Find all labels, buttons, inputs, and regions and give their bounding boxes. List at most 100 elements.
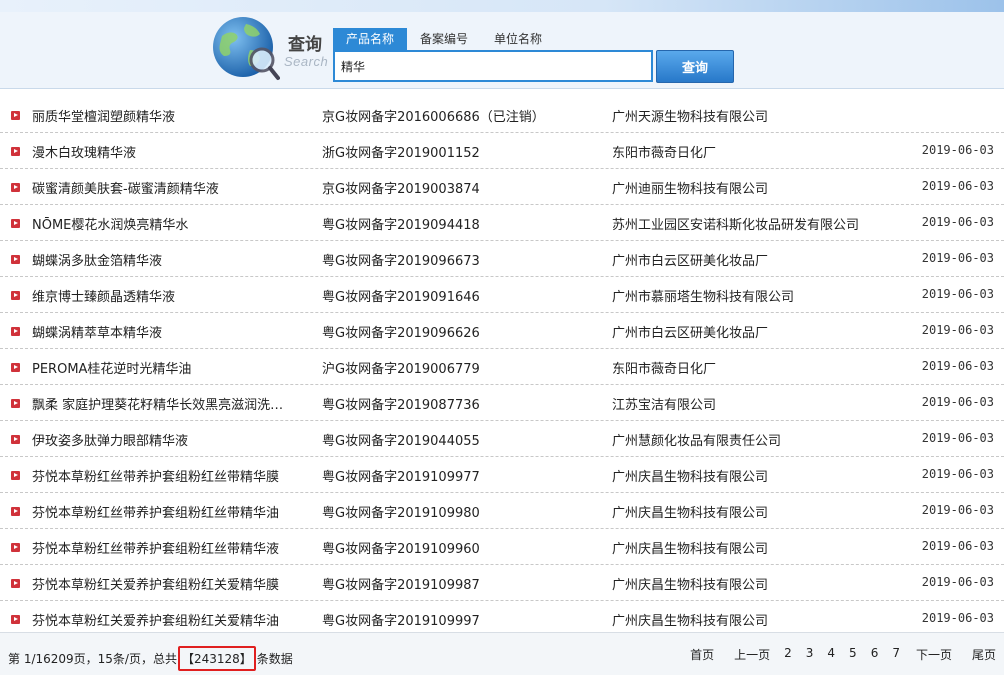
arrow-bullet-icon — [11, 219, 20, 228]
list-item: 芬悦本草粉红丝带养护套组粉红丝带精华膜 粤G妆网备字2019109977 广州庆… — [0, 457, 1004, 493]
arrow-bullet-icon — [11, 147, 20, 156]
registration-number: 粤G妆网备字2019087736 — [322, 398, 480, 413]
registration-number: 粤G妆网备字2019094418 — [322, 218, 480, 233]
list-item: 伊玫姿多肽弹力眼部精华液 粤G妆网备字2019044055 广州慧颜化妆品有限责… — [0, 421, 1004, 457]
registration-number: 粤G妆网备字2019109977 — [322, 470, 480, 485]
list-item: 芬悦本草粉红丝带养护套组粉红丝带精华液 粤G妆网备字2019109960 广州庆… — [0, 529, 1004, 565]
list-item: 飘柔 家庭护理葵花籽精华长效黑亮滋润洗… 粤G妆网备字2019087736 江苏… — [0, 385, 1004, 421]
arrow-bullet-icon — [11, 327, 20, 336]
search-input[interactable] — [333, 50, 653, 82]
record-date: 2019-06-03 — [921, 467, 994, 481]
record-date: 2019-06-03 — [921, 143, 994, 157]
record-date: 2019-06-03 — [921, 539, 994, 553]
registration-number: 粤G妆网备字2019109987 — [322, 578, 480, 593]
product-name-link[interactable]: PEROMA桂花逆时光精华油 — [32, 358, 304, 377]
search-logo-subtitle: Search — [284, 54, 329, 69]
list-item: PEROMA桂花逆时光精华油 沪G妆网备字2019006779 东阳市薇奇日化厂… — [0, 349, 1004, 385]
search-header: 查询 Search 产品名称 备案编号 单位名称 查询 — [0, 12, 1004, 89]
registration-number: 粤G妆网备字2019109960 — [322, 542, 480, 557]
pagination-bar: 第 1/16209页，15条/页，总共 【243128】 条数据 首页 上一页 2 … — [0, 632, 1004, 675]
product-name-link[interactable]: 芬悦本草粉红关爱养护套组粉红关爱精华油 — [32, 610, 304, 629]
registration-number: 粤G妆网备字2019096626 — [322, 326, 480, 341]
registration-number: 粤G妆网备字2019044055 — [322, 434, 480, 449]
list-item: NŌME樱花水润焕亮精华水 粤G妆网备字2019094418 苏州工业园区安诺科… — [0, 205, 1004, 241]
record-date: 2019-06-03 — [921, 251, 994, 265]
list-item: 蝴蝶涡多肽金箔精华液 粤G妆网备字2019096673 广州市白云区研美化妆品厂… — [0, 241, 1004, 277]
first-page-link[interactable]: 首页 — [690, 646, 714, 663]
page-link-5[interactable]: 5 — [849, 646, 857, 663]
arrow-bullet-icon — [11, 507, 20, 516]
arrow-bullet-icon — [11, 615, 20, 624]
arrow-bullet-icon — [11, 363, 20, 372]
page-link-3[interactable]: 3 — [806, 646, 814, 663]
company-name: 广州庆昌生物科技有限公司 — [612, 578, 769, 593]
product-name-link[interactable]: 漫木白玫瑰精华液 — [32, 142, 304, 161]
product-name-link[interactable]: 伊玫姿多肽弹力眼部精华液 — [32, 430, 304, 449]
registration-number: 粤G妆网备字2019091646 — [322, 290, 480, 305]
registration-number: 粤G妆网备字2019096673 — [322, 254, 480, 269]
registration-number: 沪G妆网备字2019006779 — [322, 362, 480, 377]
arrow-bullet-icon — [11, 183, 20, 192]
next-page-link[interactable]: 下一页 — [916, 646, 952, 663]
record-date: 2019-06-03 — [921, 575, 994, 589]
tab-registration-number[interactable]: 备案编号 — [407, 28, 481, 50]
product-name-link[interactable]: 丽质华堂檀润塑颜精华液 — [32, 106, 304, 125]
search-type-tabs: 产品名称 备案编号 单位名称 — [333, 28, 555, 50]
company-name: 广州庆昌生物科技有限公司 — [612, 614, 769, 629]
list-item: 芬悦本草粉红关爱养护套组粉红关爱精华膜 粤G妆网备字2019109987 广州庆… — [0, 565, 1004, 601]
arrow-bullet-icon — [11, 111, 20, 120]
company-name: 广州天源生物科技有限公司 — [612, 110, 769, 125]
product-name-link[interactable]: 芬悦本草粉红丝带养护套组粉红丝带精华油 — [32, 502, 304, 521]
record-date: 2019-06-03 — [921, 215, 994, 229]
record-date: 2019-06-03 — [921, 431, 994, 445]
top-banner-strip — [0, 0, 1004, 12]
record-date: 2019-06-03 — [921, 323, 994, 337]
registration-number: 京G妆网备字2019003874 — [322, 182, 480, 197]
search-logo-title: 查询 — [288, 35, 322, 55]
prev-page-link[interactable]: 上一页 — [734, 646, 770, 663]
page-info-prefix: 第 1/16209页，15条/页，总共 — [8, 652, 177, 666]
tab-product-name[interactable]: 产品名称 — [333, 28, 408, 50]
arrow-bullet-icon — [11, 471, 20, 480]
result-list: 丽质华堂檀润塑颜精华液 京G妆网备字2016006686（已注销） 广州天源生物… — [0, 97, 1004, 637]
arrow-bullet-icon — [11, 579, 20, 588]
page-link-6[interactable]: 6 — [871, 646, 879, 663]
product-name-link[interactable]: 蝴蝶涡精萃草本精华液 — [32, 322, 304, 341]
list-item: 漫木白玫瑰精华液 浙G妆网备字2019001152 东阳市薇奇日化厂 2019-… — [0, 133, 1004, 169]
search-button[interactable]: 查询 — [656, 50, 734, 83]
product-name-link[interactable]: 芬悦本草粉红丝带养护套组粉红丝带精华膜 — [32, 466, 304, 485]
arrow-bullet-icon — [11, 543, 20, 552]
tab-company-name[interactable]: 单位名称 — [481, 28, 555, 50]
last-page-link[interactable]: 尾页 — [972, 646, 996, 663]
total-count-highlight: 【243128】 — [177, 646, 256, 671]
page-link-2[interactable]: 2 — [784, 646, 792, 663]
company-name: 广州市慕丽塔生物科技有限公司 — [612, 290, 795, 305]
list-item: 丽质华堂檀润塑颜精华液 京G妆网备字2016006686（已注销） 广州天源生物… — [0, 97, 1004, 133]
registration-number: 粤G妆网备字2019109997 — [322, 614, 480, 629]
product-name-link[interactable]: 碳蜜清颜美肤套-碳蜜清颜精华液 — [32, 178, 304, 197]
list-item: 维京博士臻颜晶透精华液 粤G妆网备字2019091646 广州市慕丽塔生物科技有… — [0, 277, 1004, 313]
product-name-link[interactable]: NŌME樱花水润焕亮精华水 — [32, 214, 304, 233]
list-item: 芬悦本草粉红丝带养护套组粉红丝带精华油 粤G妆网备字2019109980 广州庆… — [0, 493, 1004, 529]
company-name: 广州市白云区研美化妆品厂 — [612, 326, 769, 341]
company-name: 广州迪丽生物科技有限公司 — [612, 182, 769, 197]
registration-number: 京G妆网备字2016006686（已注销） — [322, 110, 545, 125]
product-name-link[interactable]: 芬悦本草粉红关爱养护套组粉红关爱精华膜 — [32, 574, 304, 593]
product-name-link[interactable]: 飘柔 家庭护理葵花籽精华长效黑亮滋润洗… — [32, 394, 304, 413]
product-name-link[interactable]: 蝴蝶涡多肽金箔精华液 — [32, 250, 304, 269]
globe-search-icon — [213, 17, 280, 80]
pager: 首页 上一页 2 3 4 5 6 7 下一页 尾页 — [690, 646, 996, 663]
product-name-link[interactable]: 芬悦本草粉红丝带养护套组粉红丝带精华液 — [32, 538, 304, 557]
page-link-7[interactable]: 7 — [892, 646, 900, 663]
record-date: 2019-06-03 — [921, 359, 994, 373]
company-name: 广州市白云区研美化妆品厂 — [612, 254, 769, 269]
arrow-bullet-icon — [11, 435, 20, 444]
company-name: 广州庆昌生物科技有限公司 — [612, 542, 769, 557]
registration-number: 浙G妆网备字2019001152 — [322, 146, 480, 161]
company-name: 东阳市薇奇日化厂 — [612, 146, 717, 161]
arrow-bullet-icon — [11, 399, 20, 408]
record-date: 2019-06-03 — [921, 287, 994, 301]
product-name-link[interactable]: 维京博士臻颜晶透精华液 — [32, 286, 304, 305]
company-name: 江苏宝洁有限公司 — [612, 398, 717, 413]
page-link-4[interactable]: 4 — [827, 646, 835, 663]
